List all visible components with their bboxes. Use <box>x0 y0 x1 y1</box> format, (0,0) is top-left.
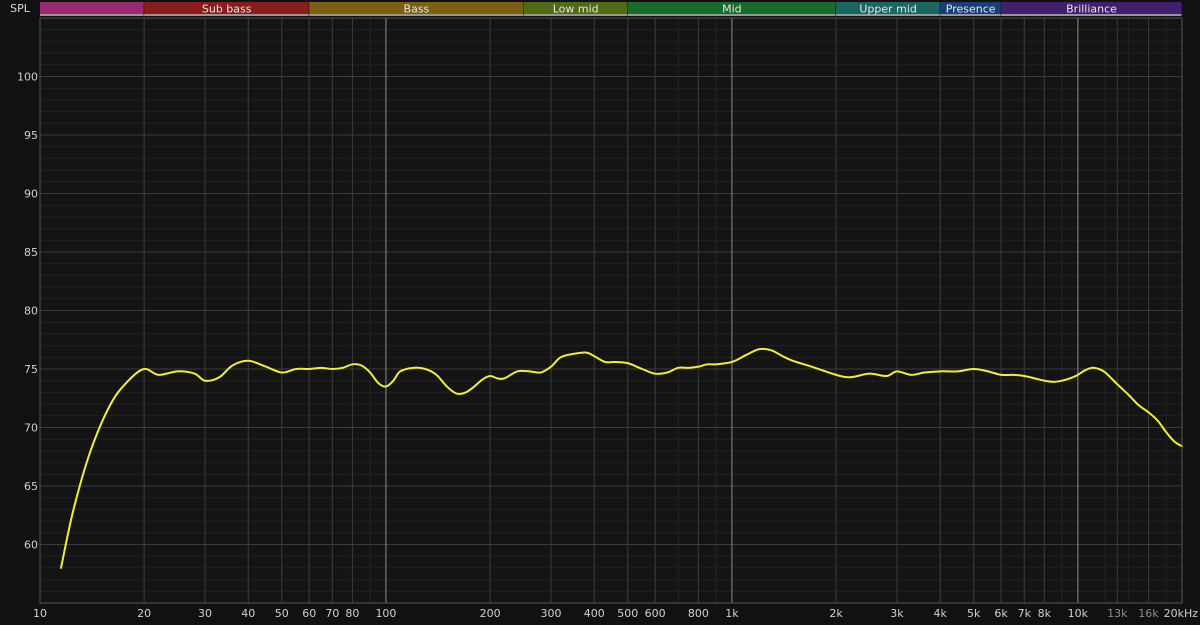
y-tick-label: 100 <box>17 71 38 84</box>
x-tick-label: 8k <box>1038 607 1052 620</box>
x-tick-label: 50 <box>275 607 289 620</box>
y-tick-label: 95 <box>24 129 38 142</box>
x-tick-label: 800 <box>688 607 709 620</box>
y-tick-label: 90 <box>24 188 38 201</box>
y-tick-label: 80 <box>24 305 38 318</box>
x-tick-label: 2k <box>829 607 843 620</box>
y-tick-label: 60 <box>24 539 38 552</box>
x-tick-label: 10 <box>33 607 47 620</box>
x-tick-label: 3k <box>890 607 904 620</box>
x-tick-label: 16k <box>1138 607 1159 620</box>
x-tick-label: 500 <box>617 607 638 620</box>
x-tick-label: 400 <box>584 607 605 620</box>
x-tick-label: 80 <box>345 607 359 620</box>
frequency-bands: Sub bass Bass Low mid Mid Upper mid Presence B… <box>40 2 1183 16</box>
y-axis-label: SPL <box>10 2 31 15</box>
x-tick-label: 300 <box>541 607 562 620</box>
x-axis-tick-labels: 10 20 30 40 50 60 70 80 100 200 300 400 500 600 800 1k 2… <box>33 607 1198 620</box>
band-label-3: Low mid <box>553 3 599 16</box>
y-tick-label: 65 <box>24 480 38 493</box>
frequency-response-chart: Sub bass Bass Low mid Mid Upper mid Presence B… <box>10 2 1198 620</box>
band-label-2: Bass <box>404 3 430 16</box>
x-tick-label: 70 <box>325 607 339 620</box>
band-label-5: Upper mid <box>859 3 917 16</box>
x-tick-label: 40 <box>241 607 255 620</box>
x-tick-label: 10k <box>1068 607 1089 620</box>
y-tick-label: 85 <box>24 246 38 259</box>
y-tick-label: 75 <box>24 363 38 376</box>
x-tick-label: 20kHz <box>1164 607 1199 620</box>
band-label-4: Mid <box>722 3 742 16</box>
y-tick-label: 70 <box>24 422 38 435</box>
x-tick-label: 600 <box>645 607 666 620</box>
x-tick-label: 200 <box>480 607 501 620</box>
band-label-1: Sub bass <box>202 3 252 16</box>
x-tick-label: 13k <box>1107 607 1128 620</box>
x-tick-label: 6k <box>994 607 1008 620</box>
x-tick-label: 5k <box>967 607 981 620</box>
band-label-7: Brilliance <box>1066 3 1117 16</box>
y-axis-tick-labels: 60 65 70 75 80 85 90 95 100 <box>17 71 38 552</box>
x-tick-label: 20 <box>137 607 151 620</box>
band-underline-0 <box>40 14 145 16</box>
band-label-6: Presence <box>946 3 996 16</box>
x-tick-label: 4k <box>934 607 948 620</box>
x-tick-label: 30 <box>198 607 212 620</box>
x-tick-label: 100 <box>375 607 396 620</box>
band-0 <box>40 2 145 14</box>
x-tick-label: 60 <box>302 607 316 620</box>
x-tick-label: 7k <box>1018 607 1032 620</box>
x-tick-label: 1k <box>725 607 739 620</box>
